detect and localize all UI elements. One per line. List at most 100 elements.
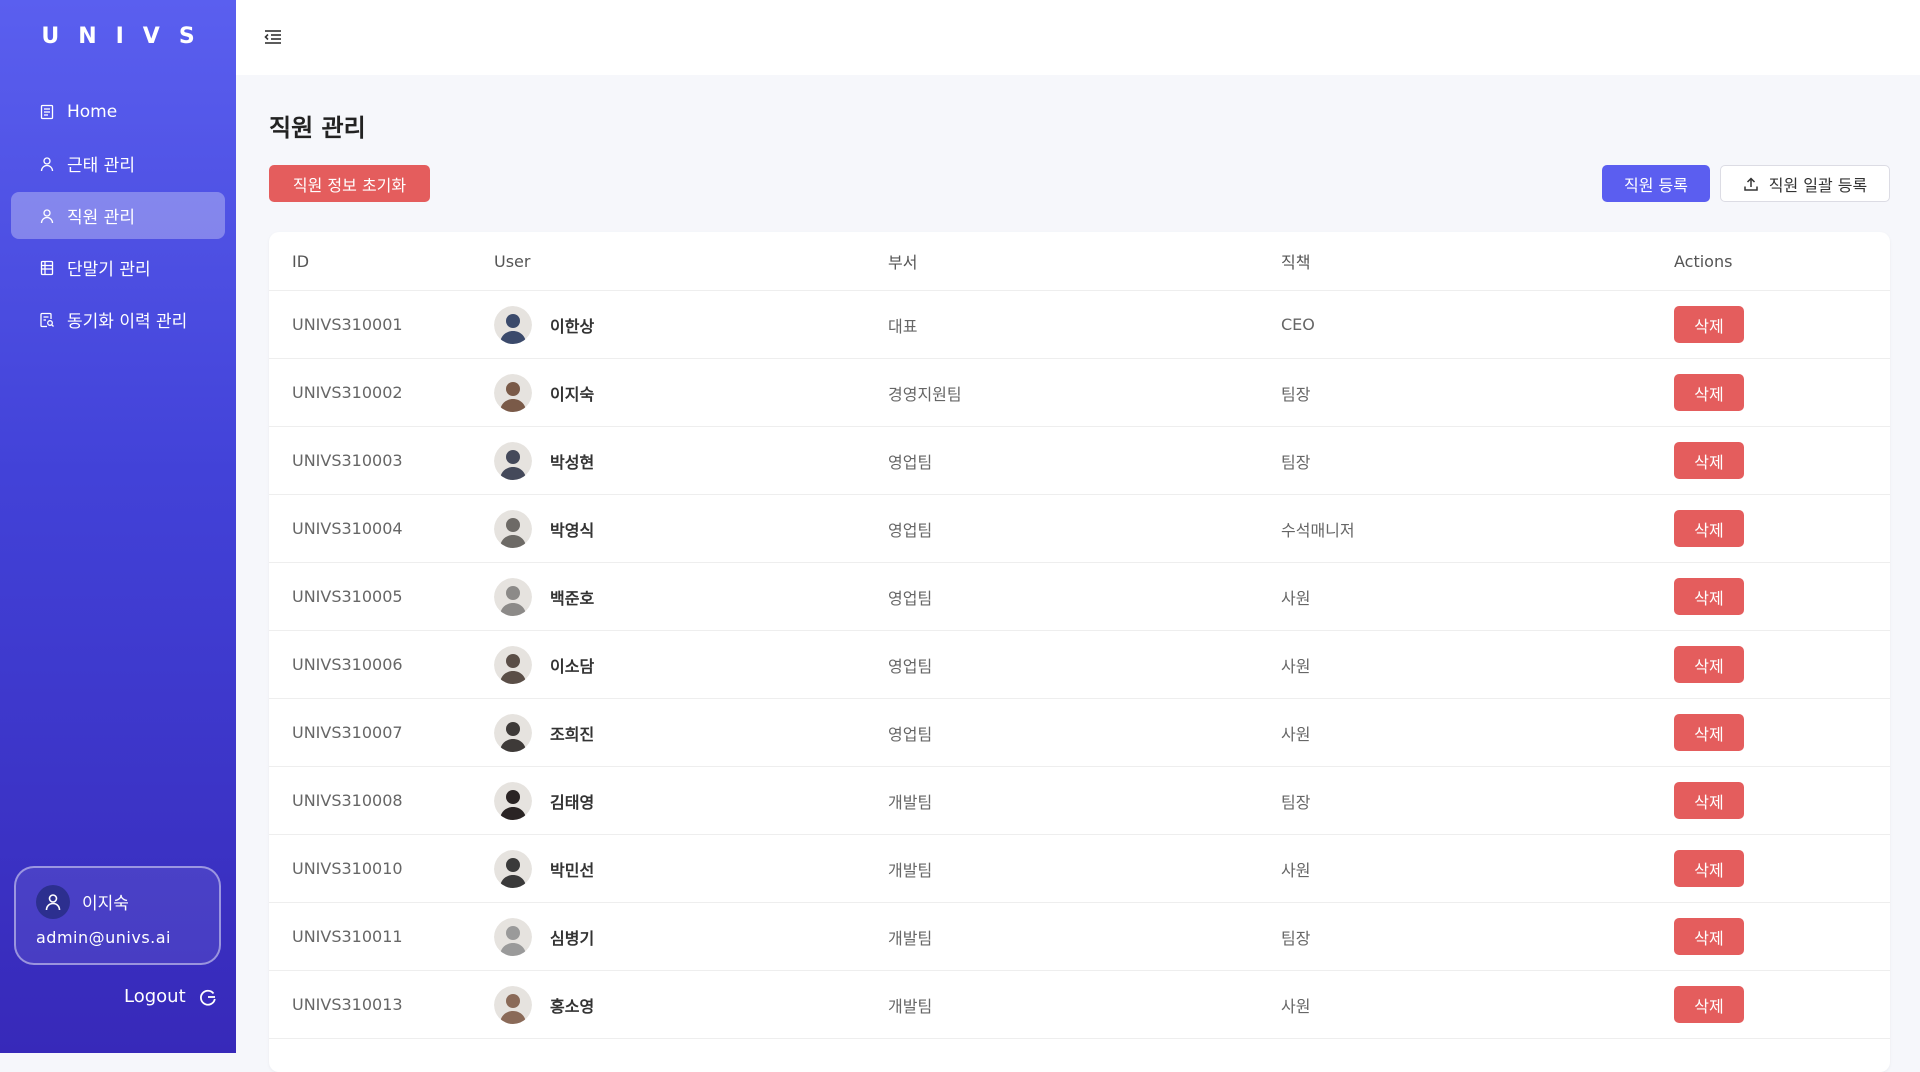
- logout-label: Logout: [124, 986, 186, 1007]
- employee-user: 박성현: [494, 441, 594, 480]
- employee-user: 백준호: [494, 577, 595, 616]
- employee-dept: 영업팀: [888, 520, 933, 540]
- sidebar-item-employees[interactable]: 직원 관리: [11, 192, 225, 239]
- reset-employees-button[interactable]: 직원 정보 초기화: [269, 165, 430, 202]
- table-row[interactable]: UNIVS310011 심병기 개발팀 팀장 삭제: [269, 903, 1890, 971]
- employee-position: 사원: [1281, 860, 1311, 880]
- employee-position: 사원: [1281, 656, 1311, 676]
- employee-dept: 영업팀: [888, 724, 933, 744]
- avatar: [494, 373, 532, 412]
- employee-id: UNIVS310007: [292, 723, 403, 742]
- employee-id: UNIVS310005: [292, 587, 403, 606]
- employee-id: UNIVS310002: [292, 383, 403, 402]
- avatar: [494, 781, 532, 820]
- employee-user: 김태영: [494, 781, 594, 820]
- sidebar-item-home[interactable]: Home: [11, 88, 225, 135]
- employee-position: 팀장: [1281, 928, 1311, 948]
- app-logo[interactable]: UNIVS: [0, 24, 236, 49]
- employee-dept: 개발팀: [888, 792, 933, 812]
- table-row[interactable]: UNIVS310001 이한상 대표 CEO 삭제: [269, 291, 1890, 359]
- sidebar: UNIVS Home 근태 관리 직원 관리 단말기 관리 동기화 이력 관리 …: [0, 0, 236, 1053]
- menu-collapse-icon[interactable]: [262, 26, 284, 48]
- delete-button[interactable]: 삭제: [1674, 646, 1744, 683]
- delete-button[interactable]: 삭제: [1674, 918, 1744, 955]
- employee-id: UNIVS310001: [292, 315, 403, 334]
- employee-position: 팀장: [1281, 452, 1311, 472]
- upload-icon: [1744, 176, 1758, 191]
- sidebar-item-label: 근태 관리: [67, 156, 135, 176]
- action-cell: 삭제: [1674, 374, 1744, 411]
- delete-button[interactable]: 삭제: [1674, 306, 1744, 343]
- employee-name: 이소담: [550, 656, 595, 676]
- action-cell: 삭제: [1674, 578, 1744, 615]
- action-cell: 삭제: [1674, 986, 1744, 1023]
- avatar: [36, 885, 70, 919]
- employee-dept: 영업팀: [888, 588, 933, 608]
- table-row[interactable]: UNIVS310004 박영식 영업팀 수석매니저 삭제: [269, 495, 1890, 563]
- table-row[interactable]: UNIVS310002 이지숙 경영지원팀 팀장 삭제: [269, 359, 1890, 427]
- delete-button[interactable]: 삭제: [1674, 850, 1744, 887]
- employee-user: 이지숙: [494, 373, 595, 412]
- header-dept[interactable]: 부서: [888, 249, 917, 273]
- delete-button[interactable]: 삭제: [1674, 986, 1744, 1023]
- employee-dept: 개발팀: [888, 996, 933, 1016]
- logout-icon: [199, 989, 216, 1006]
- employee-id: UNIVS310008: [292, 791, 403, 810]
- employee-id: UNIVS310010: [292, 859, 403, 878]
- employee-name: 심병기: [550, 928, 595, 948]
- action-cell: 삭제: [1674, 714, 1744, 751]
- action-cell: 삭제: [1674, 918, 1744, 955]
- action-cell: 삭제: [1674, 782, 1744, 819]
- register-employee-button[interactable]: 직원 등록: [1602, 165, 1710, 202]
- table-row[interactable]: UNIVS310013 홍소영 개발팀 사원 삭제: [269, 971, 1890, 1039]
- header-user[interactable]: User: [494, 252, 530, 271]
- employee-user: 이소담: [494, 645, 595, 684]
- sidebar-item-attendance[interactable]: 근태 관리: [11, 140, 225, 187]
- avatar: [494, 305, 532, 344]
- logout-button[interactable]: Logout: [124, 986, 218, 1007]
- user-name: 이지숙: [82, 894, 129, 914]
- sidebar-item-devices[interactable]: 단말기 관리: [11, 244, 225, 291]
- employee-user: 조희진: [494, 713, 594, 752]
- delete-button[interactable]: 삭제: [1674, 374, 1744, 411]
- delete-button[interactable]: 삭제: [1674, 510, 1744, 547]
- table-row[interactable]: UNIVS310006 이소담 영업팀 사원 삭제: [269, 631, 1890, 699]
- employee-name: 백준호: [550, 588, 595, 608]
- action-cell: 삭제: [1674, 306, 1744, 343]
- employee-user: 박영식: [494, 509, 594, 548]
- header-position[interactable]: 직책: [1281, 249, 1310, 273]
- table-row[interactable]: UNIVS310010 박민선 개발팀 사원 삭제: [269, 835, 1890, 903]
- table-row[interactable]: UNIVS310008 김태영 개발팀 팀장 삭제: [269, 767, 1890, 835]
- action-cell: 삭제: [1674, 510, 1744, 547]
- employee-dept: 경영지원팀: [888, 384, 962, 404]
- employee-name: 이지숙: [550, 384, 595, 404]
- employee-position: 사원: [1281, 996, 1311, 1016]
- employee-user: 이한상: [494, 305, 594, 344]
- header-id[interactable]: ID: [292, 252, 309, 271]
- user-icon: [45, 894, 61, 911]
- delete-button[interactable]: 삭제: [1674, 578, 1744, 615]
- sidebar-item-label: 직원 관리: [67, 208, 135, 228]
- person-icon: [39, 156, 55, 172]
- table-row[interactable]: UNIVS310005 백준호 영업팀 사원 삭제: [269, 563, 1890, 631]
- employee-user: 심병기: [494, 917, 595, 956]
- top-bar: [236, 0, 1920, 75]
- sidebar-item-sync-history[interactable]: 동기화 이력 관리: [11, 296, 225, 343]
- table-body: UNIVS310001 이한상 대표 CEO 삭제 UNIVS310002 이지숙 경영지원팀…: [269, 291, 1890, 1039]
- delete-button[interactable]: 삭제: [1674, 782, 1744, 819]
- bulk-register-label: 직원 일괄 등록: [1768, 175, 1868, 195]
- table-row[interactable]: UNIVS310007 조희진 영업팀 사원 삭제: [269, 699, 1890, 767]
- avatar: [494, 645, 532, 684]
- delete-button[interactable]: 삭제: [1674, 442, 1744, 479]
- document-icon: [39, 104, 55, 120]
- table-row[interactable]: UNIVS310003 박성현 영업팀 팀장 삭제: [269, 427, 1890, 495]
- bulk-register-button[interactable]: 직원 일괄 등록: [1720, 165, 1890, 202]
- search-document-icon: [39, 312, 55, 328]
- sidebar-nav: Home 근태 관리 직원 관리 단말기 관리 동기화 이력 관리: [11, 88, 225, 348]
- employee-dept: 개발팀: [888, 860, 933, 880]
- delete-button[interactable]: 삭제: [1674, 714, 1744, 751]
- employee-user: 박민선: [494, 849, 594, 888]
- employee-name: 홍소영: [550, 996, 595, 1016]
- employee-id: UNIVS310011: [292, 927, 403, 946]
- employee-position: CEO: [1281, 315, 1315, 334]
